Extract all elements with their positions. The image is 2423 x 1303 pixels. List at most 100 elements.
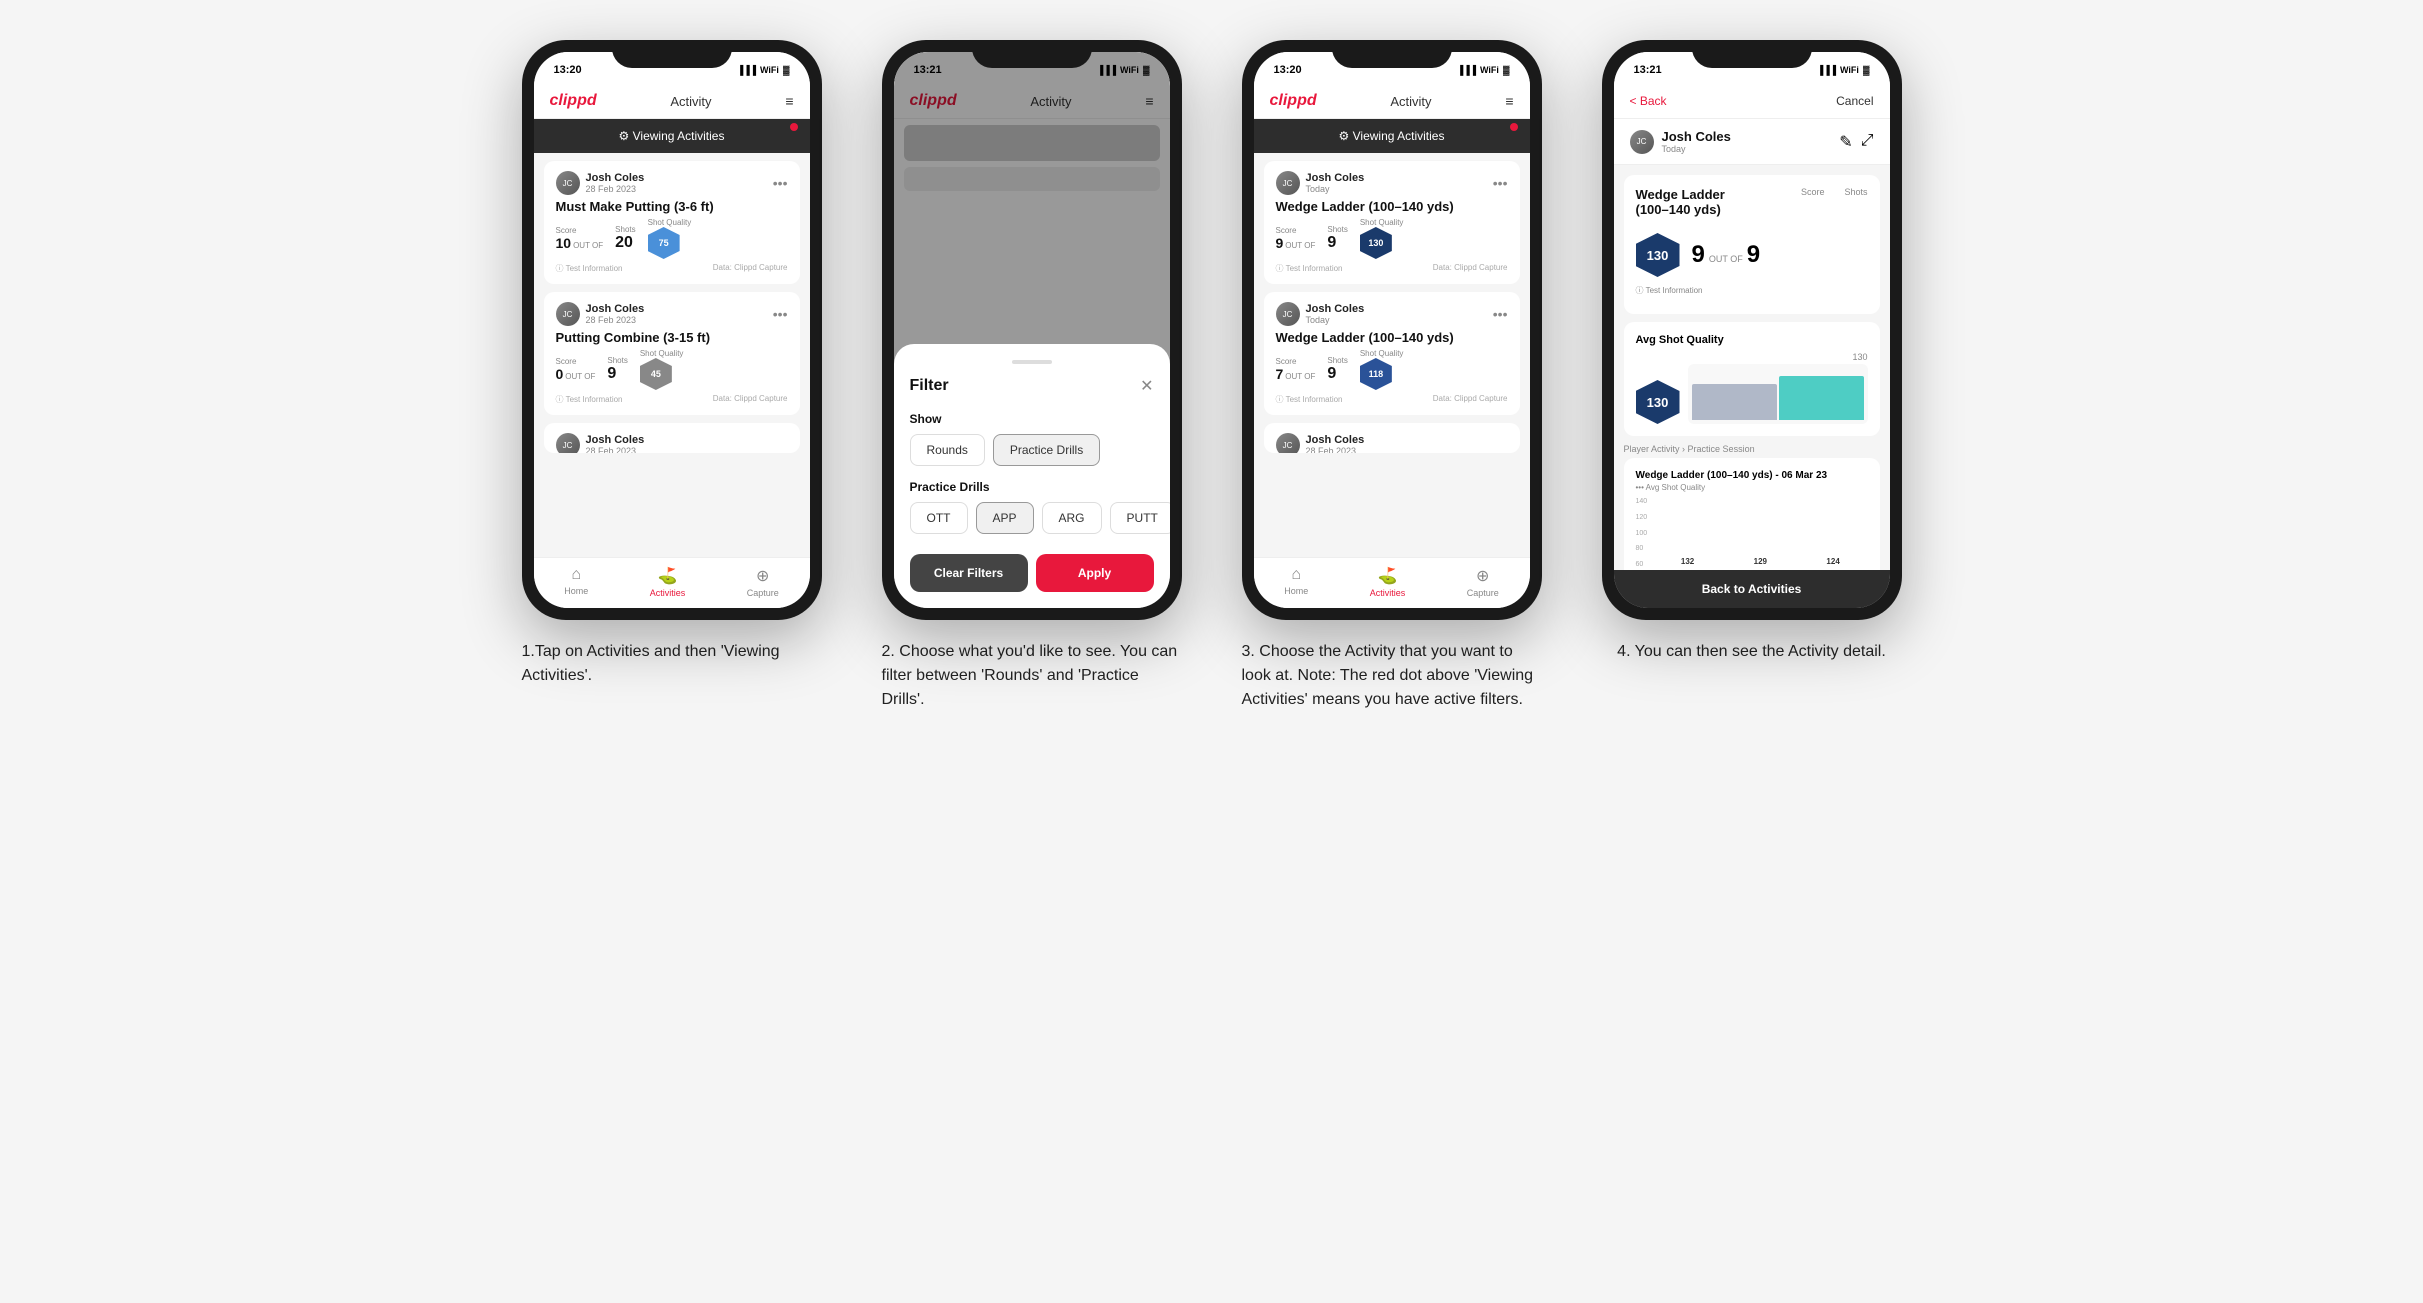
activity-banner-3[interactable]: ⚙ Viewing Activities [1254,119,1530,153]
banner-text-3: ⚙ Viewing Activities [1339,129,1445,143]
nav-capture-label-3: Capture [1467,588,1499,598]
shots-val-3-1: 9 [1327,234,1347,252]
activity-item-3-2[interactable]: JC Josh Coles Today ••• Wedge Ladder (10… [1264,292,1520,415]
stat-group-shots-1-2: Shots 9 [607,356,627,383]
filter-arg-button-2[interactable]: ARG [1042,502,1102,534]
caption-3: 3. Choose the Activity that you want to … [1242,640,1542,712]
more-dots-3-2[interactable]: ••• [1493,306,1508,322]
filter-ott-button-2[interactable]: OTT [910,502,968,534]
stat-group-sq-1-1: Shot Quality 75 [648,218,692,259]
activity-title-1-1: Must Make Putting (3-6 ft) [556,199,788,214]
avg-sq-content-4: 130 130 APP [1636,352,1868,424]
user-info-3-1: JC Josh Coles Today [1276,171,1365,195]
activity-item-3-1[interactable]: JC Josh Coles Today ••• Wedge Ladder (10… [1264,161,1520,284]
back-button-4[interactable]: < Back [1630,94,1667,108]
status-icons-4: ▐▐▐ WiFi ▓ [1817,65,1870,75]
avg-sq-label-4: Avg Shot Quality [1636,334,1868,346]
red-dot-3 [1510,123,1518,131]
chart-max-label-4: 130 [1688,352,1868,362]
more-dots-3-1[interactable]: ••• [1493,175,1508,191]
clear-filters-button-2[interactable]: Clear Filters [910,554,1028,592]
footer-left-3-2: ⓘ Test Information [1276,394,1343,405]
activity-item-1-2[interactable]: JC Josh Coles 28 Feb 2023 ••• Putting Co… [544,292,800,415]
filter-practice-button-2[interactable]: Practice Drills [993,434,1100,466]
filter-close-button-2[interactable]: ✕ [1140,376,1153,396]
nav-home-3[interactable]: ⌂ Home [1284,566,1308,598]
caption-4: 4. You can then see the Activity detail. [1617,640,1886,664]
activity-item-header-3-2: JC Josh Coles Today ••• [1276,302,1508,326]
hexagon-1-2: 45 [640,358,672,390]
app-title-1: Activity [670,94,711,109]
nav-capture-label-1: Capture [747,588,779,598]
sub-bar-2-4: 129 [1726,557,1795,568]
phone-frame-2: 13:21 ▐▐▐ WiFi ▓ clippd Activity ≡ [882,40,1182,620]
user-name-3-3: Josh Coles [1306,434,1365,446]
activity-item-header-3-3: JC Josh Coles 28 Feb 2023 [1276,433,1508,453]
more-dots-1-1[interactable]: ••• [773,175,788,191]
nav-capture-3[interactable]: ⊕ Capture [1467,566,1499,598]
footer-right-1-1: Data: Clippd Capture [713,263,788,274]
step-4-column: 13:21 ▐▐▐ WiFi ▓ < Back Cancel JC [1592,40,1912,712]
home-icon-3: ⌂ [1291,566,1301,584]
chart-bars-4 [1688,364,1868,424]
shots-val-1-2: 9 [607,365,627,383]
avatar-1-1: JC [556,171,580,195]
filter-show-label-2: Show [910,412,1154,426]
activity-item-1-3-partial: JC Josh Coles 28 Feb 2023 [544,423,800,453]
detail-user-row-4: JC Josh Coles Today ✎ ⤢ [1614,119,1890,165]
time-4: 13:21 [1634,64,1662,76]
activities-icon-3: ⛳ [1378,566,1398,586]
hamburger-icon-3[interactable]: ≡ [1505,93,1513,109]
nav-activities-3[interactable]: ⛳ Activities [1370,566,1406,598]
filter-putt-button-2[interactable]: PUTT [1110,502,1170,534]
phone-screen-3: 13:20 ▐▐▐ WiFi ▓ clippd Activity ≡ ⚙ Vie… [1254,52,1530,608]
detail-outof-4: OUT OF [1709,254,1743,264]
user-date-3-2: Today [1306,315,1365,325]
shots-val-1-1: 20 [615,234,635,252]
footer-left-1-2: ⓘ Test Information [556,394,623,405]
score-val-3-1: 9 [1276,235,1284,251]
app-logo-3: clippd [1270,92,1317,110]
signal-icon-4: ▐▐▐ [1817,65,1836,75]
shots-label-1-1: Shots [615,225,635,234]
user-date-1-3: 28 Feb 2023 [586,446,645,453]
sq-label-3-2: Shot Quality [1360,349,1404,358]
activity-item-1-1[interactable]: JC Josh Coles 28 Feb 2023 ••• Must Make … [544,161,800,284]
user-info-1-3: JC Josh Coles 28 Feb 2023 [556,433,645,453]
detail-header-4: < Back Cancel [1614,84,1890,119]
nav-capture-1[interactable]: ⊕ Capture [747,566,779,598]
nav-home-1[interactable]: ⌂ Home [564,566,588,598]
outof-label-1-1: OUT OF [573,241,603,250]
footer-left-3-1: ⓘ Test Information [1276,263,1343,274]
test-info-4: ⓘ Test Information [1636,285,1868,296]
nav-activities-1[interactable]: ⛳ Activities [650,566,686,598]
edit-icon-4[interactable]: ✎ [1839,132,1852,152]
stats-row-1-1: Score 10 OUT OF Shots 20 [556,218,788,259]
step-1-column: 13:20 ▐▐▐ WiFi ▓ clippd Activity ≡ ⚙ Vie… [512,40,832,712]
user-name-1-3: Josh Coles [586,434,645,446]
avatar-3-3: JC [1276,433,1300,453]
filter-app-button-2[interactable]: APP [976,502,1034,534]
capture-icon-1: ⊕ [756,566,769,586]
sq-label-3-1: Shot Quality [1360,218,1404,227]
cancel-button-4[interactable]: Cancel [1836,94,1873,108]
stat-group-shots-1-1: Shots 20 [615,225,635,252]
step-2-column: 13:21 ▐▐▐ WiFi ▓ clippd Activity ≡ [872,40,1192,712]
activity-title-3-2: Wedge Ladder (100–140 yds) [1276,330,1508,345]
apply-button-2[interactable]: Apply [1036,554,1154,592]
back-to-activities-button-4[interactable]: Back to Activities [1614,570,1890,608]
detail-action-icons-4: ✎ ⤢ [1839,132,1873,152]
chart-bar-1-4 [1692,384,1777,420]
hamburger-icon-1[interactable]: ≡ [785,93,793,109]
more-dots-1-2[interactable]: ••• [773,306,788,322]
filter-rounds-button-2[interactable]: Rounds [910,434,985,466]
stat-group-shots-3-1: Shots 9 [1327,225,1347,252]
user-name-1-1: Josh Coles [586,172,645,184]
detail-card-title-4: Wedge Ladder(100–140 yds) [1636,187,1725,217]
user-details-3-3: Josh Coles 28 Feb 2023 [1306,434,1365,453]
sq-label-1-2: Shot Quality [640,349,684,358]
expand-icon-4[interactable]: ⤢ [1861,132,1874,152]
activity-banner-1[interactable]: ⚙ Viewing Activities [534,119,810,153]
nav-activities-label-3: Activities [1370,588,1406,598]
phone-notch-1 [612,40,732,68]
